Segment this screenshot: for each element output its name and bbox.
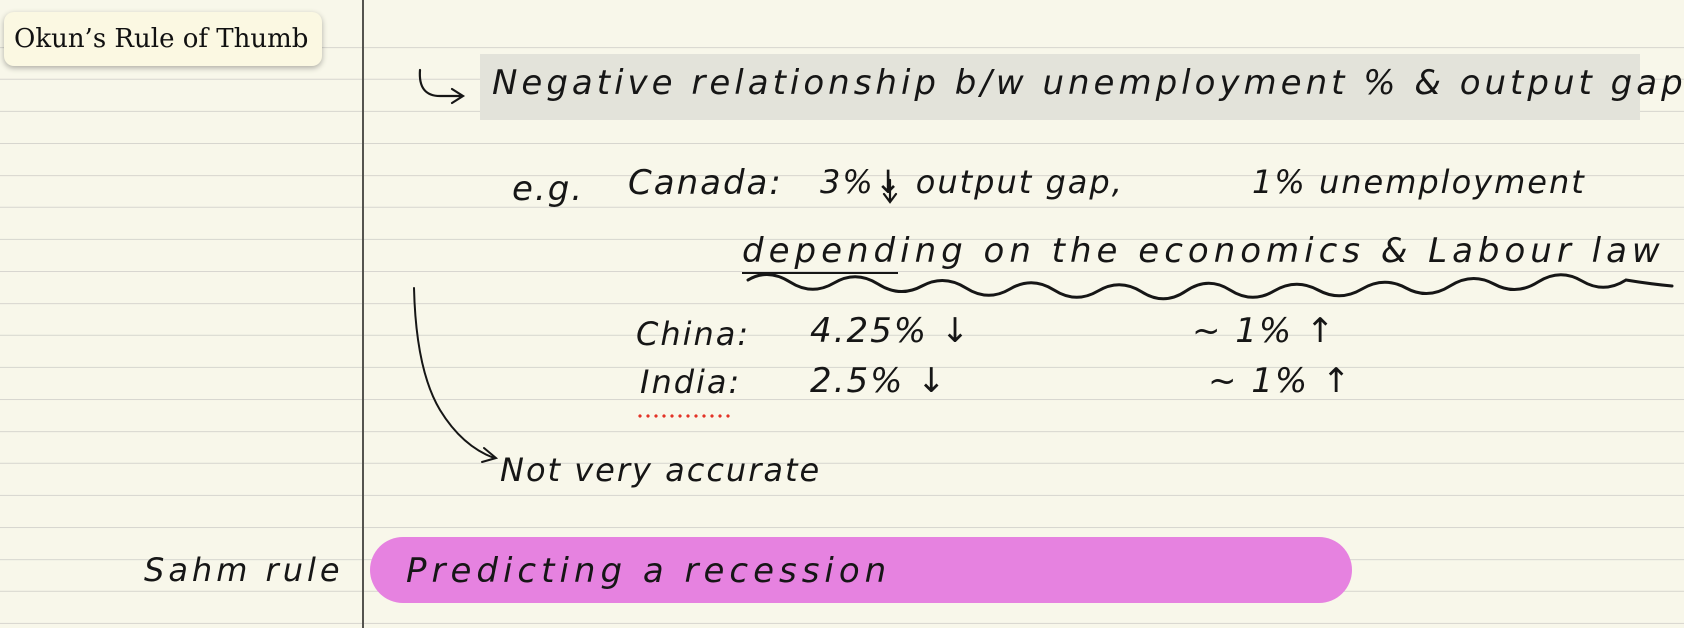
dependency-text: depending on the economics & Labour law <box>742 231 1665 271</box>
china-output-gap: 4.25% ↓ <box>810 311 972 351</box>
sahm-rule-label: Sahm rule <box>144 551 344 589</box>
india-label: India: <box>640 363 742 401</box>
china-unemployment: ~ 1% ↑ <box>1192 311 1337 351</box>
curved-arrow-icon <box>413 287 499 463</box>
spellcheck-underline <box>636 414 732 418</box>
definition-text: Negative relationship b/w unemployment %… <box>492 63 1684 103</box>
accuracy-note: Not very accurate <box>500 451 822 489</box>
canada-label: Canada: <box>628 163 783 203</box>
india-output-gap: 2.5% ↓ <box>810 361 948 401</box>
canada-unemployment: 1% unemployment <box>1252 163 1586 201</box>
example-prefix: e.g. <box>512 169 585 209</box>
canada-output-gap: 3%↓ output gap, <box>820 163 1124 201</box>
india-unemployment: ~ 1% ↑ <box>1208 361 1353 401</box>
china-label: China: <box>636 315 751 353</box>
sahm-rule-text: Predicting a recession <box>406 551 892 591</box>
hook-arrow-icon <box>418 68 466 105</box>
wavy-underline <box>746 273 1674 301</box>
